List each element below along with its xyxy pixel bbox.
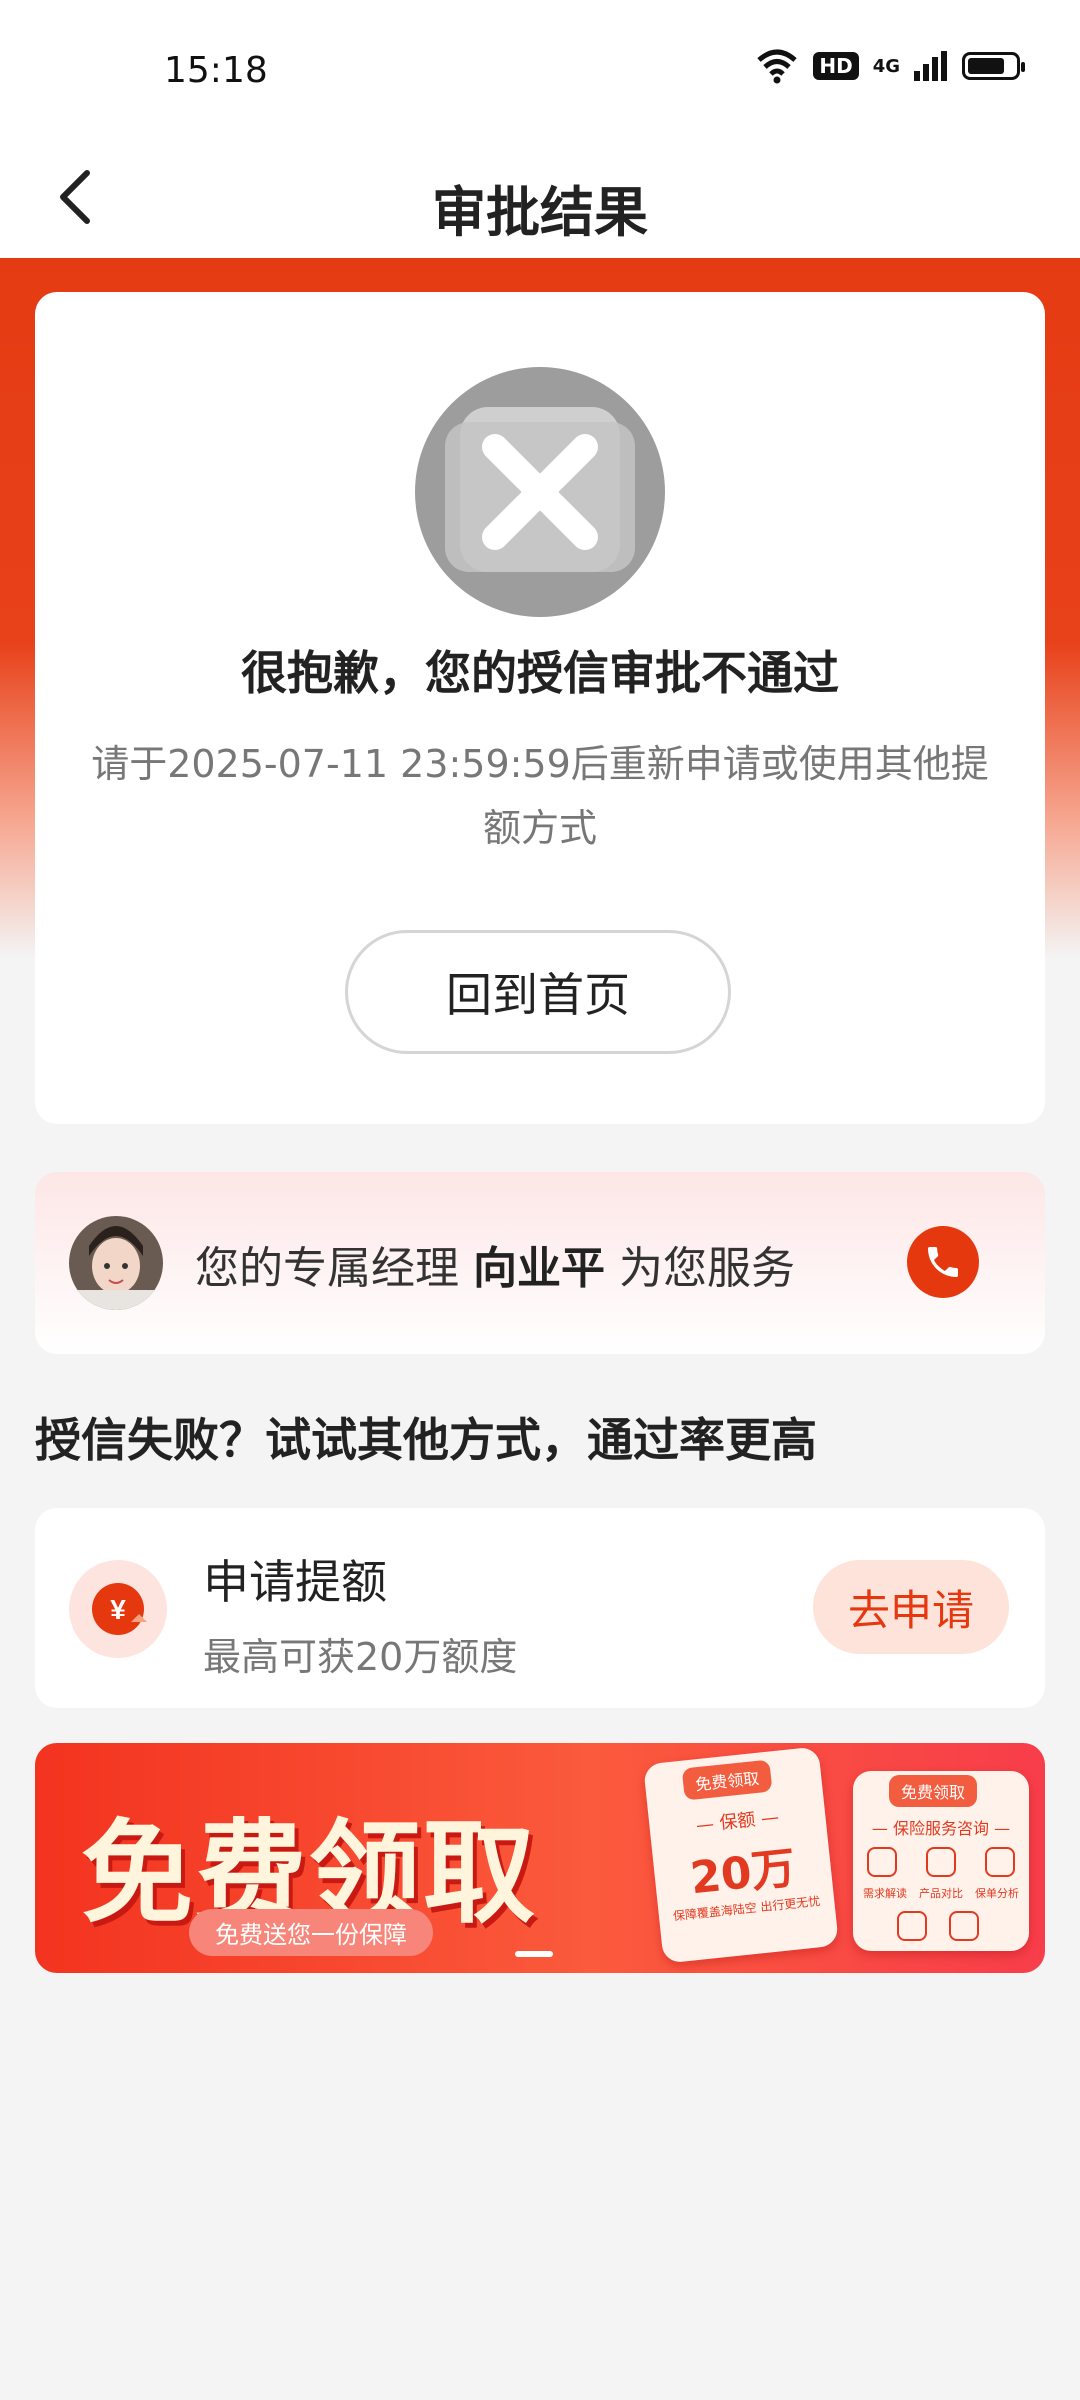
result-card: 很抱歉，您的授信审批不通过 请于2025-07-11 23:59:59后重新申请… (35, 292, 1045, 1124)
network-type: 4G (872, 55, 900, 77)
compare-icon (926, 1847, 956, 1877)
consult-card: 免费领取 — 保险服务咨询 — 需求解读 产品对比 保单分析 (853, 1771, 1029, 1951)
hd-badge: HD (813, 52, 859, 80)
card1-tag: 免费领取 (681, 1759, 773, 1801)
apply-limit-card[interactable]: ¥ 申请提额 最高可获20万额度 去申请 (35, 1508, 1045, 1708)
manager-prefix: 您的专属经理 (195, 1243, 459, 1294)
card2-label: 需求解读 (863, 1887, 907, 1900)
signal-icon (914, 51, 947, 81)
status-time: 15:18 (164, 50, 268, 91)
manager-suffix: 为您服务 (619, 1243, 795, 1294)
manager-card: 您的专属经理 向业平 为您服务 (35, 1172, 1045, 1354)
card2-label: 保单分析 (975, 1887, 1019, 1900)
apply-button[interactable]: 去申请 (813, 1560, 1009, 1654)
policy-icon (985, 1847, 1015, 1877)
svg-text:¥: ¥ (110, 1594, 126, 1625)
fail-icon (415, 367, 665, 617)
headset-icon (949, 1911, 979, 1941)
apply-subtitle: 最高可获20万额度 (203, 1635, 518, 1679)
avatar (69, 1216, 163, 1310)
result-title: 很抱歉，您的授信审批不通过 (241, 646, 839, 700)
document-icon (867, 1847, 897, 1877)
note-icon (897, 1911, 927, 1941)
status-icons: HD 4G (755, 48, 1025, 84)
nav-bar: 审批结果 (0, 140, 1080, 258)
banner-indicator (515, 1951, 553, 1957)
status-bar: 15:18 HD 4G (0, 0, 1080, 140)
card2-icons-row2 (897, 1911, 979, 1941)
section-title: 授信失败？试试其他方式，通过率更高 (35, 1413, 817, 1467)
wifi-icon (757, 49, 798, 84)
page-title: 审批结果 (432, 181, 648, 244)
banner-pill: 免费送您一份保障 (189, 1909, 433, 1956)
promo-banner[interactable]: 免费领取 免费送您一份保障 免费领取 — 保额 — 20万 保障覆盖海陆空 出行… (35, 1743, 1045, 1973)
manager-name: 向业平 (473, 1243, 605, 1294)
result-description: 请于2025-07-11 23:59:59后重新申请或使用其他提额方式 (91, 742, 989, 850)
phone-icon (928, 1247, 958, 1277)
yuan-icon: ¥ (69, 1560, 167, 1658)
insurance-card: 免费领取 — 保额 — 20万 保障覆盖海陆空 出行更无忧 (643, 1746, 839, 1964)
apply-title: 申请提额 (203, 1555, 387, 1609)
back-home-button[interactable]: 回到首页 (345, 930, 731, 1054)
card2-label: 产品对比 (919, 1887, 963, 1900)
card2-icons (867, 1847, 1015, 1877)
card2-sub: — 保险服务咨询 — (871, 1819, 1011, 1838)
card2-tag: 免费领取 (889, 1775, 978, 1807)
call-manager-button[interactable] (907, 1226, 979, 1298)
manager-text: 您的专属经理 向业平 为您服务 (195, 1232, 795, 1296)
battery-icon (962, 52, 1025, 80)
card2-labels: 需求解读 产品对比 保单分析 (863, 1885, 1019, 1901)
